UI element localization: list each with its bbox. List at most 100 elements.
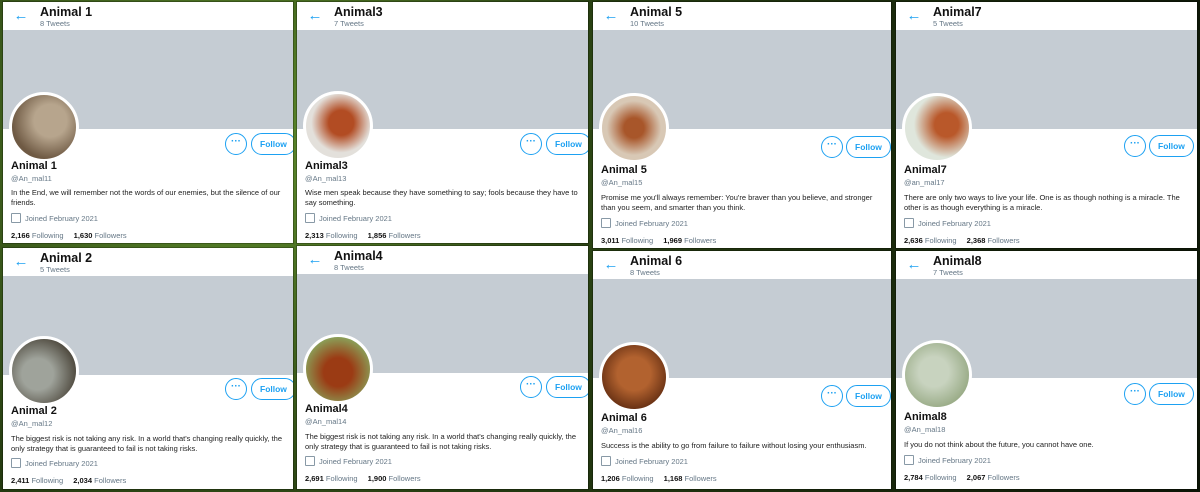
back-arrow-icon[interactable]: ← <box>12 253 30 271</box>
following-label[interactable]: Following <box>326 474 358 483</box>
profile-panel-animal-1: ← Animal 1 8 Tweets ··· Follow Animal 1 … <box>3 2 293 243</box>
profile-topbar: ← Animal 5 10 Tweets <box>593 2 891 30</box>
back-arrow-icon[interactable]: ← <box>905 256 923 274</box>
profile-panel-animal-2: ← Animal 2 5 Tweets ··· Follow Animal 2 … <box>3 248 293 489</box>
followers-label[interactable]: Followers <box>95 231 127 240</box>
following-count[interactable]: 1,206 <box>601 474 620 483</box>
followers-count[interactable]: 1,630 <box>74 231 93 240</box>
followers-label[interactable]: Followers <box>988 236 1020 245</box>
following-count[interactable]: 2,784 <box>904 473 923 482</box>
follow-button[interactable]: Follow <box>546 133 588 155</box>
profile-bio: The biggest risk is not taking any risk.… <box>305 432 577 451</box>
following-count[interactable]: 2,636 <box>904 236 923 245</box>
following-count[interactable]: 2,691 <box>305 474 324 483</box>
more-options-button[interactable]: ··· <box>520 376 542 398</box>
followers-label[interactable]: Followers <box>389 231 421 240</box>
back-arrow-icon[interactable]: ← <box>905 7 923 25</box>
more-options-button[interactable]: ··· <box>821 385 843 407</box>
avatar[interactable] <box>9 336 79 406</box>
following-label[interactable]: Following <box>925 236 957 245</box>
profile-topbar: ← Animal 6 8 Tweets <box>593 251 891 279</box>
following-count[interactable]: 2,411 <box>11 476 29 485</box>
profile-bio: There are only two ways to live your lif… <box>904 193 1180 212</box>
followers-label[interactable]: Followers <box>94 476 126 485</box>
more-options-button[interactable]: ··· <box>520 133 542 155</box>
follow-button[interactable]: Follow <box>1149 135 1194 157</box>
avatar[interactable] <box>902 340 972 410</box>
follow-stats: 2,636 Following 2,368 Followers <box>904 236 1020 245</box>
avatar[interactable] <box>599 93 669 163</box>
avatar[interactable] <box>902 93 972 163</box>
joined-date: Joined February 2021 <box>601 218 688 229</box>
back-arrow-icon[interactable]: ← <box>12 7 30 25</box>
followers-label[interactable]: Followers <box>389 474 421 483</box>
joined-text: Joined February 2021 <box>918 219 991 228</box>
following-count[interactable]: 2,166 <box>11 231 30 240</box>
profile-name: Animal 1 <box>11 160 57 172</box>
profile-topbar: ← Animal3 7 Tweets <box>297 2 588 30</box>
follow-button[interactable]: Follow <box>251 133 293 155</box>
calendar-icon <box>601 456 611 467</box>
tweet-count: 5 Tweets <box>40 265 70 274</box>
profile-bio: Wise men speak because they have somethi… <box>305 188 578 207</box>
profile-collage: ← Animal 1 8 Tweets ··· Follow Animal 1 … <box>0 0 1200 492</box>
following-count[interactable]: 2,313 <box>305 231 324 240</box>
joined-date: Joined February 2021 <box>11 458 98 469</box>
back-arrow-icon[interactable]: ← <box>602 7 620 25</box>
followers-label[interactable]: Followers <box>685 474 717 483</box>
followers-count[interactable]: 1,969 <box>663 236 682 245</box>
following-label[interactable]: Following <box>326 231 358 240</box>
following-label[interactable]: Following <box>32 231 64 240</box>
followers-count[interactable]: 1,168 <box>664 474 683 483</box>
profile-name: Animal3 <box>305 160 348 172</box>
follow-button[interactable]: Follow <box>846 136 891 158</box>
calendar-icon <box>305 213 315 224</box>
more-options-button[interactable]: ··· <box>821 136 843 158</box>
calendar-icon <box>904 218 914 229</box>
follow-button[interactable]: Follow <box>1149 383 1194 405</box>
followers-count[interactable]: 1,856 <box>368 231 387 240</box>
tweet-count: 7 Tweets <box>334 19 364 28</box>
topbar-name: Animal 6 <box>630 254 683 268</box>
joined-text: Joined February 2021 <box>319 457 392 466</box>
following-count[interactable]: 3,011 <box>601 236 619 245</box>
follow-button[interactable]: Follow <box>846 385 891 407</box>
followers-count[interactable]: 2,368 <box>967 236 986 245</box>
followers-count[interactable]: 2,034 <box>73 476 92 485</box>
joined-date: Joined February 2021 <box>305 213 392 224</box>
follow-button[interactable]: Follow <box>251 378 293 400</box>
back-arrow-icon[interactable]: ← <box>306 7 324 25</box>
calendar-icon <box>305 456 315 467</box>
more-options-button[interactable]: ··· <box>1124 135 1146 157</box>
profile-panel-animal-3: ← Animal3 7 Tweets ··· Follow Animal3 @A… <box>297 2 588 243</box>
avatar[interactable] <box>303 91 373 161</box>
following-label[interactable]: Following <box>621 236 653 245</box>
avatar[interactable] <box>599 342 669 412</box>
joined-text: Joined February 2021 <box>25 214 98 223</box>
calendar-icon <box>904 455 914 466</box>
following-label[interactable]: Following <box>622 474 654 483</box>
following-label[interactable]: Following <box>31 476 63 485</box>
back-arrow-icon[interactable]: ← <box>306 251 324 269</box>
joined-text: Joined February 2021 <box>615 457 688 466</box>
more-options-button[interactable]: ··· <box>225 378 247 400</box>
followers-label[interactable]: Followers <box>684 236 716 245</box>
follow-button[interactable]: Follow <box>546 376 588 398</box>
following-label[interactable]: Following <box>925 473 957 482</box>
profile-name: Animal 2 <box>11 405 57 417</box>
back-arrow-icon[interactable]: ← <box>602 256 620 274</box>
profile-bio: Promise me you'll always remember: You'r… <box>601 193 873 212</box>
avatar[interactable] <box>303 334 373 404</box>
profile-bio: Success is the ability to go from failur… <box>601 441 867 450</box>
profile-name: Animal 6 <box>601 412 647 424</box>
joined-date: Joined February 2021 <box>904 218 991 229</box>
followers-count[interactable]: 2,067 <box>967 473 986 482</box>
follow-stats: 2,691 Following 1,900 Followers <box>305 474 421 483</box>
more-options-button[interactable]: ··· <box>1124 383 1146 405</box>
more-options-button[interactable]: ··· <box>225 133 247 155</box>
calendar-icon <box>601 218 611 229</box>
followers-label[interactable]: Followers <box>988 473 1020 482</box>
avatar[interactable] <box>9 92 79 162</box>
profile-handle: @An_mal12 <box>11 419 53 428</box>
followers-count[interactable]: 1,900 <box>368 474 387 483</box>
